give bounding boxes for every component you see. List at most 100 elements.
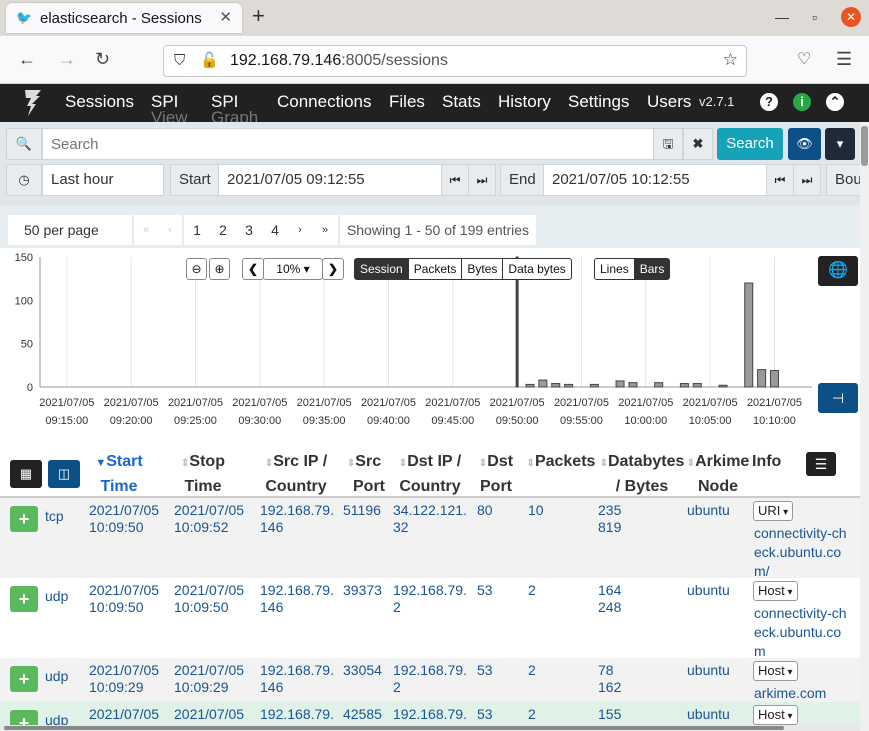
info-field-dropdown[interactable]: URI ▾ [753,501,794,521]
dst-port-cell[interactable]: 53 [477,706,493,723]
table-row[interactable]: + tcp 2021/07/05 10:09:50 2021/07/05 10:09:52… [0,498,860,581]
url-text[interactable]: 192.168.79.146:8005/sessions [230,52,448,70]
vertical-scrollbar[interactable] [860,122,869,731]
src-port-cell[interactable]: 39373 [343,582,382,599]
dst-ip-cell[interactable]: 192.168.79. [393,706,467,723]
page-1[interactable]: 1 [184,215,210,245]
nav-history[interactable]: History [498,92,551,112]
src-port-cell[interactable]: 51196 [343,502,381,519]
dst-port-cell[interactable]: 53 [477,582,493,599]
nav-connections[interactable]: Connections [277,92,372,112]
table-row[interactable]: + udp 2021/07/05 10:09:50 2021/07/05 10:09:50… [0,578,860,661]
info-field-dropdown[interactable]: Host ▾ [753,661,798,681]
packets-cell[interactable]: 2 [528,582,536,599]
start-time-input[interactable]: 2021/07/05 09:12:55 [218,164,442,196]
page-last[interactable]: » [312,215,338,245]
clear-search-icon[interactable]: ✖ [683,128,713,160]
time-range-select[interactable]: Last hour [42,164,164,196]
nav-settings[interactable]: Settings [568,92,629,112]
packets-cell[interactable]: 2 [528,706,536,723]
dst-ip-cell[interactable]: 34.122.121. 32 [393,502,467,536]
pocket-icon[interactable]: ♡ [797,49,811,69]
pan-left-icon[interactable]: ❮ [242,258,264,280]
info-column-menu-icon[interactable]: ☰ [806,452,836,476]
col-start-time[interactable]: ▼Start Time [88,450,150,498]
start-time-cell[interactable]: 2021/07/05 [89,706,159,723]
end-skip-back-icon[interactable]: ⏮ [766,164,794,196]
stop-time-cell[interactable]: 2021/07/05 [174,706,244,723]
chart-type-session[interactable]: Session [355,259,409,279]
nav-sessions[interactable]: Sessions [65,92,134,112]
nav-files[interactable]: Files [389,92,425,112]
end-skip-forward-icon[interactable]: ⏭ [793,164,821,196]
col-arkime-node[interactable]: ⇕Arkime Node [685,450,751,498]
page-next[interactable]: › [288,215,312,245]
start-skip-forward-icon[interactable]: ⏭ [468,164,496,196]
help-icon[interactable]: ? [760,93,778,111]
search-input[interactable] [42,128,654,160]
start-time-cell[interactable]: 2021/07/05 10:09:50 [89,582,159,616]
bookmark-star-icon[interactable]: ☆ [723,50,738,70]
chart-type-bytes[interactable]: Bytes [462,259,504,279]
info-value-link[interactable]: connectivity-ch eck.ubuntu.co m/ [754,524,847,581]
protocol-cell[interactable]: udp [45,668,68,685]
node-cell[interactable]: ubuntu [687,582,730,599]
horizontal-scroll-thumb[interactable] [4,726,784,730]
nav-users[interactable]: Users [647,92,691,112]
column-layout-icon[interactable]: ◫ [48,460,80,488]
col-packets[interactable]: ⇕Packets [524,450,598,475]
minimize-icon[interactable]: — [775,9,789,25]
col-databytes[interactable]: ⇕Databytes / Bytes [598,450,686,498]
info-value-link[interactable]: arkime.com [754,684,826,703]
new-tab-icon[interactable]: + [252,3,265,29]
search-button[interactable]: Search [717,128,783,160]
src-port-cell[interactable]: 42585 [343,706,382,723]
info-field-dropdown[interactable]: Host ▾ [753,705,798,725]
databytes-cell[interactable]: 78 162 [598,662,621,696]
packets-cell[interactable]: 10 [528,502,544,519]
close-tab-icon[interactable]: ✕ [219,8,232,26]
start-skip-back-icon[interactable]: ⏮ [441,164,469,196]
expand-row-button[interactable]: + [10,666,38,692]
src-ip-cell[interactable]: 192.168.79. [260,706,334,723]
stop-time-cell[interactable]: 2021/07/05 10:09:52 [174,502,244,536]
node-cell[interactable]: ubuntu [687,706,730,723]
back-icon[interactable]: ← [18,49,36,70]
src-port-cell[interactable]: 33054 [343,662,382,679]
forward-icon[interactable]: → [58,49,76,70]
map-globe-icon[interactable]: 🌐 [818,256,858,286]
restore-icon[interactable]: ▫ [812,9,817,25]
databytes-cell[interactable]: 235 819 [598,502,621,536]
src-ip-cell[interactable]: 192.168.79. 146 [260,582,334,616]
stop-time-cell[interactable]: 2021/07/05 10:09:29 [174,662,244,696]
actions-dropdown-icon[interactable]: ▾ [825,128,855,160]
info-icon[interactable]: i [793,93,811,111]
table-row[interactable]: + udp 2021/07/05 2021/07/05 192.168.79. 42585… [0,702,860,731]
end-time-input[interactable]: 2021/07/05 10:12:55 [543,164,767,196]
col-stop-time[interactable]: ⇕Stop Time [172,450,234,498]
arkime-logo-icon[interactable] [22,88,44,118]
databytes-cell[interactable]: 155 [598,706,621,723]
page-2[interactable]: 2 [210,215,236,245]
col-dst-port[interactable]: ⇕Dst Port [473,450,519,498]
url-bar[interactable]: ⛉ 🔓 192.168.79.146:8005/sessions ☆ [163,45,747,77]
info-field-dropdown[interactable]: Host ▾ [753,581,798,601]
node-cell[interactable]: ubuntu [687,502,730,519]
info-value-link[interactable]: connectivity-ch eck.ubuntu.co m [754,604,847,661]
dst-port-cell[interactable]: 53 [477,662,493,679]
chart-style-bars[interactable]: Bars [634,259,670,279]
insecure-lock-icon[interactable]: 🔓 [200,51,219,69]
expand-row-button[interactable]: + [10,506,38,532]
page-4[interactable]: 4 [262,215,288,245]
vertical-scroll-thumb[interactable] [861,126,868,166]
col-src-ip[interactable]: ⇕Src IP / Country [258,450,334,498]
shield-icon[interactable]: ⛉ [174,52,185,69]
src-ip-cell[interactable]: 192.168.79. 146 [260,502,334,536]
dst-port-cell[interactable]: 80 [477,502,493,519]
browser-tab[interactable]: 🐦 elasticsearch - Sessions ✕ [6,3,242,33]
page-prev[interactable]: ‹ [158,215,182,245]
horizontal-scrollbar[interactable] [0,725,860,731]
page-first[interactable]: « [134,215,158,245]
table-row[interactable]: + udp 2021/07/05 10:09:29 2021/07/05 10:09:29… [0,658,860,702]
dst-ip-cell[interactable]: 192.168.79. 2 [393,582,467,616]
